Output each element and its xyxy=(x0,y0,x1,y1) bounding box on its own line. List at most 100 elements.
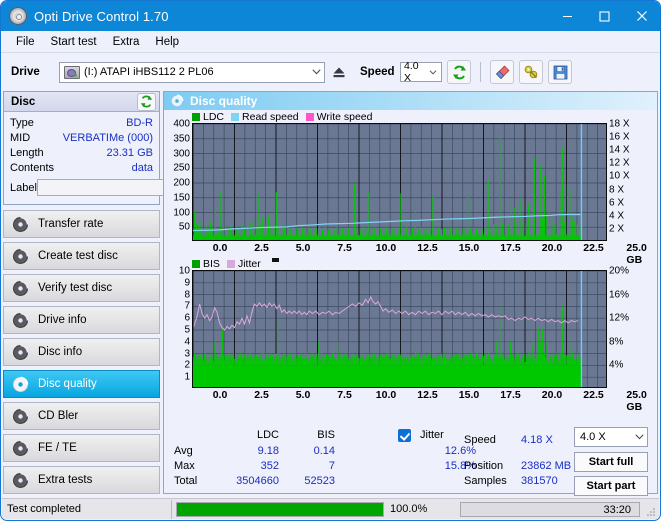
save-button[interactable] xyxy=(548,60,572,84)
drive-toolbar: Drive (I:) ATAPI iHBS112 2 PL06 Speed 4.… xyxy=(1,54,660,90)
disc-key: MID xyxy=(10,132,30,144)
sidebar-item-label: Transfer rate xyxy=(38,218,103,230)
test-speed-select[interactable]: 4.0 X xyxy=(574,427,648,447)
sidebar-item-transfer-rate[interactable]: Transfer rate xyxy=(3,210,160,238)
x-tick-label: 10.0 xyxy=(376,389,396,401)
disc-icon xyxy=(12,472,29,489)
sidebar-item-label: CD Bler xyxy=(38,410,78,422)
jitter-checkbox[interactable] xyxy=(398,429,411,442)
x-tick-label: 15.0 xyxy=(459,389,479,401)
menu-item-extra[interactable]: Extra xyxy=(105,34,148,50)
sidebar-item-verify-test-disc[interactable]: Verify test disc xyxy=(3,274,160,302)
main-panel-title: Disc quality xyxy=(190,94,257,108)
stat-row-label-avg: Avg xyxy=(174,445,193,457)
chart1-legend: LDC Read speed Write speed xyxy=(164,110,657,123)
legend-item-write-speed: Write speed xyxy=(306,111,373,123)
y2-tick-label: 8% xyxy=(609,336,623,347)
refresh-disc-button[interactable] xyxy=(137,93,156,111)
legend-item-read-speed: Read speed xyxy=(231,111,299,123)
menu-item-start-test[interactable]: Start test xyxy=(43,34,105,50)
x-tick-label: 5.0 xyxy=(296,389,311,401)
save-icon xyxy=(553,65,568,80)
disc-label-row: Label xyxy=(10,177,153,201)
sidebar-item-drive-info[interactable]: Drive info xyxy=(3,306,160,334)
disc-icon xyxy=(12,440,29,457)
disc-key: Contents xyxy=(10,162,54,174)
legend-label: Jitter xyxy=(238,258,261,270)
stat-ldc-avg: 9.18 xyxy=(224,445,279,457)
sidebar-item-disc-quality[interactable]: Disc quality xyxy=(3,370,160,398)
sidebar-item-label: Extra tests xyxy=(38,474,92,486)
start-part-button[interactable]: Start part xyxy=(574,476,648,496)
sidebar-item-extra-tests[interactable]: Extra tests xyxy=(3,466,160,494)
x-tick-label: 20.0 xyxy=(542,389,562,401)
legend-label: BIS xyxy=(203,258,220,270)
y-tick-label: 5 xyxy=(184,325,190,336)
chevron-down-icon xyxy=(308,63,324,82)
y-tick-label: 100 xyxy=(173,207,190,218)
position-stat-label: Position xyxy=(464,460,503,472)
sidebar-item-cd-bler[interactable]: CD Bler xyxy=(3,402,160,430)
minimize-icon[interactable] xyxy=(549,1,586,31)
refresh-icon xyxy=(452,65,467,80)
legend-swatch xyxy=(227,260,235,268)
refresh-drive-button[interactable] xyxy=(447,60,471,84)
drive-select[interactable]: (I:) ATAPI iHBS112 2 PL06 xyxy=(59,62,325,83)
status-bar: Test completed 100.0% 33:20 xyxy=(2,498,659,519)
sidebar-item-create-test-disc[interactable]: Create test disc xyxy=(3,242,160,270)
elapsed-time: 33:20 xyxy=(460,502,640,517)
stat-bis-max: 7 xyxy=(287,460,335,472)
stat-row-label-max: Max xyxy=(174,460,195,472)
speed-label: Speed xyxy=(360,66,400,78)
settings-button[interactable] xyxy=(519,60,543,84)
sidebar-item-fe-te[interactable]: FE / TE xyxy=(3,434,160,462)
start-full-button[interactable]: Start full xyxy=(574,452,648,472)
maximize-icon[interactable] xyxy=(586,1,623,31)
chart2-x-axis: 0.02.55.07.510.012.515.017.520.022.525.0… xyxy=(192,388,639,404)
status-message: Test completed xyxy=(2,500,172,519)
sidebar-item-disc-info[interactable]: Disc info xyxy=(3,338,160,366)
menu-item-help[interactable]: Help xyxy=(147,34,187,50)
speed-select[interactable]: 4.0 X xyxy=(400,62,442,82)
x-tick-label: 25.0 GB xyxy=(626,389,646,413)
y-tick-label: 2 xyxy=(184,360,190,371)
stat-ldc-max: 352 xyxy=(224,460,279,472)
y-tick-label: 200 xyxy=(173,178,190,189)
disc-row-contents: Contents data xyxy=(10,160,153,175)
disc-icon xyxy=(12,248,29,265)
stat-bis-avg: 0.14 xyxy=(287,445,335,457)
sidebar-item-label: Verify test disc xyxy=(38,282,112,294)
x-tick-label: 20.0 xyxy=(542,242,562,254)
legend-swatch xyxy=(231,113,239,121)
x-tick-label: 22.5 xyxy=(583,242,603,254)
sidebar-item-label: Disc info xyxy=(38,346,82,358)
drive-select-value: (I:) ATAPI iHBS112 2 PL06 xyxy=(84,66,308,78)
eject-button[interactable] xyxy=(328,62,349,83)
left-panel: Disc Type BD-R MID VERBATIM xyxy=(3,91,160,494)
close-icon[interactable] xyxy=(623,1,660,31)
title-bar: Opti Drive Control 1.70 xyxy=(1,1,660,31)
disc-icon xyxy=(12,376,29,393)
menu-item-file[interactable]: File xyxy=(8,34,43,50)
disc-icon xyxy=(12,408,29,425)
speed-stat-label: Speed xyxy=(464,434,496,446)
samples-stat-value: 381570 xyxy=(521,475,558,487)
y2-tick-label: 12% xyxy=(609,313,629,324)
progress-bar-fill xyxy=(177,503,383,516)
disc-info-box: Disc Type BD-R MID VERBATIM xyxy=(3,91,160,205)
x-tick-label: 0.0 xyxy=(213,242,228,254)
x-tick-label: 7.5 xyxy=(337,389,352,401)
sidebar-item-label: FE / TE xyxy=(38,442,77,454)
y2-tick-label: 18 X xyxy=(609,119,630,130)
clear-button[interactable] xyxy=(490,60,514,84)
legend-swatch xyxy=(192,113,200,121)
resize-grip-icon[interactable] xyxy=(646,507,656,517)
sidebar-item-label: Disc quality xyxy=(38,378,97,390)
stats-panel: Avg Max Total LDC 9.18 352 3504660 BIS 0… xyxy=(164,423,657,493)
x-tick-label: 22.5 xyxy=(583,389,603,401)
chart1-y2-axis: 18 X16 X14 X12 X10 X8 X6 X4 X2 X xyxy=(607,123,639,241)
stat-col-header-bis: BIS xyxy=(287,429,335,441)
samples-stat-label: Samples xyxy=(464,475,507,487)
window-controls xyxy=(549,1,660,31)
stat-bis-total: 52523 xyxy=(282,475,335,487)
